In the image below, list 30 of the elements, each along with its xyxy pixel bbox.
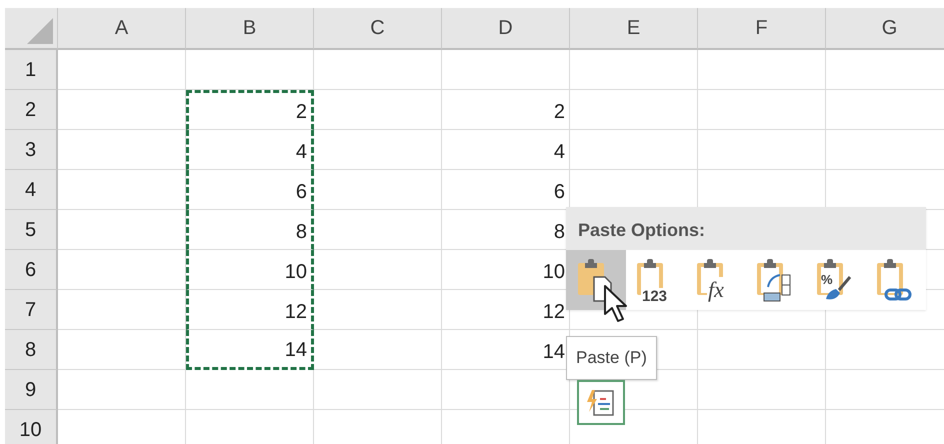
row-header[interactable]: 8 xyxy=(5,330,58,370)
clipboard-lightning-icon xyxy=(586,388,616,418)
row-header[interactable]: 5 xyxy=(5,210,58,250)
table-cell: 4 xyxy=(186,130,314,170)
row-header[interactable]: 10 xyxy=(5,410,58,444)
column-header[interactable]: D xyxy=(442,8,570,50)
menu-title: Paste Options: xyxy=(566,207,926,250)
table-cell: 6 xyxy=(186,170,314,210)
row-header[interactable]: 4 xyxy=(5,170,58,210)
table-cell: 2 xyxy=(442,90,570,130)
table-cell: 4 xyxy=(442,130,570,170)
table-cell: 14 xyxy=(186,330,314,370)
column-header[interactable]: A xyxy=(58,8,186,50)
tooltip: Paste (P) xyxy=(566,336,657,380)
row-header[interactable]: 2 xyxy=(5,90,58,130)
row-header[interactable]: 3 xyxy=(5,130,58,170)
column-header[interactable]: F xyxy=(698,8,826,50)
row-header[interactable]: 6 xyxy=(5,250,58,290)
table-cell: 12 xyxy=(186,290,314,330)
column-header[interactable]: B xyxy=(186,8,314,50)
table-cell: 2 xyxy=(186,90,314,130)
column-header[interactable]: E xyxy=(570,8,698,50)
column-header[interactable]: C xyxy=(314,8,442,50)
table-cell: 8 xyxy=(186,210,314,250)
row-header[interactable]: 9 xyxy=(5,370,58,410)
row-header[interactable]: 1 xyxy=(5,50,58,90)
table-cell: 10 xyxy=(186,250,314,290)
paste-options-button[interactable] xyxy=(577,380,625,425)
row-header[interactable]: 7 xyxy=(5,290,58,330)
column-header[interactable]: G xyxy=(826,8,944,50)
